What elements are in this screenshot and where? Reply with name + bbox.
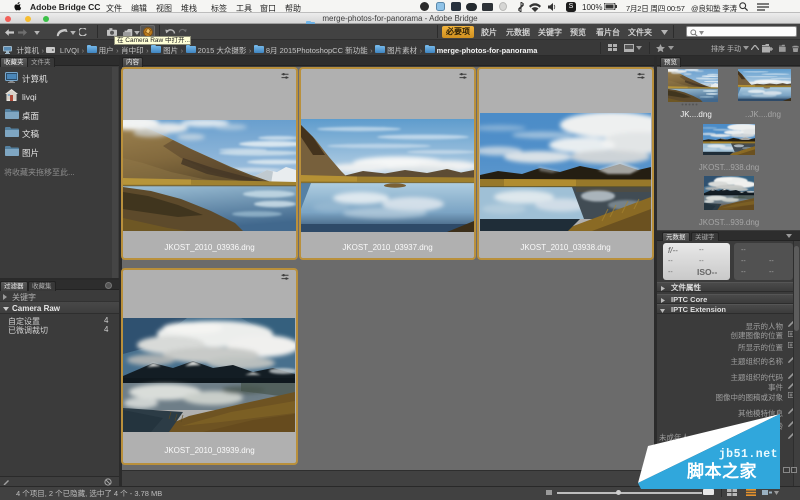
svg-text:jb51.net: jb51.net — [719, 448, 778, 461]
svg-text:脚本之家: 脚本之家 — [687, 461, 757, 481]
